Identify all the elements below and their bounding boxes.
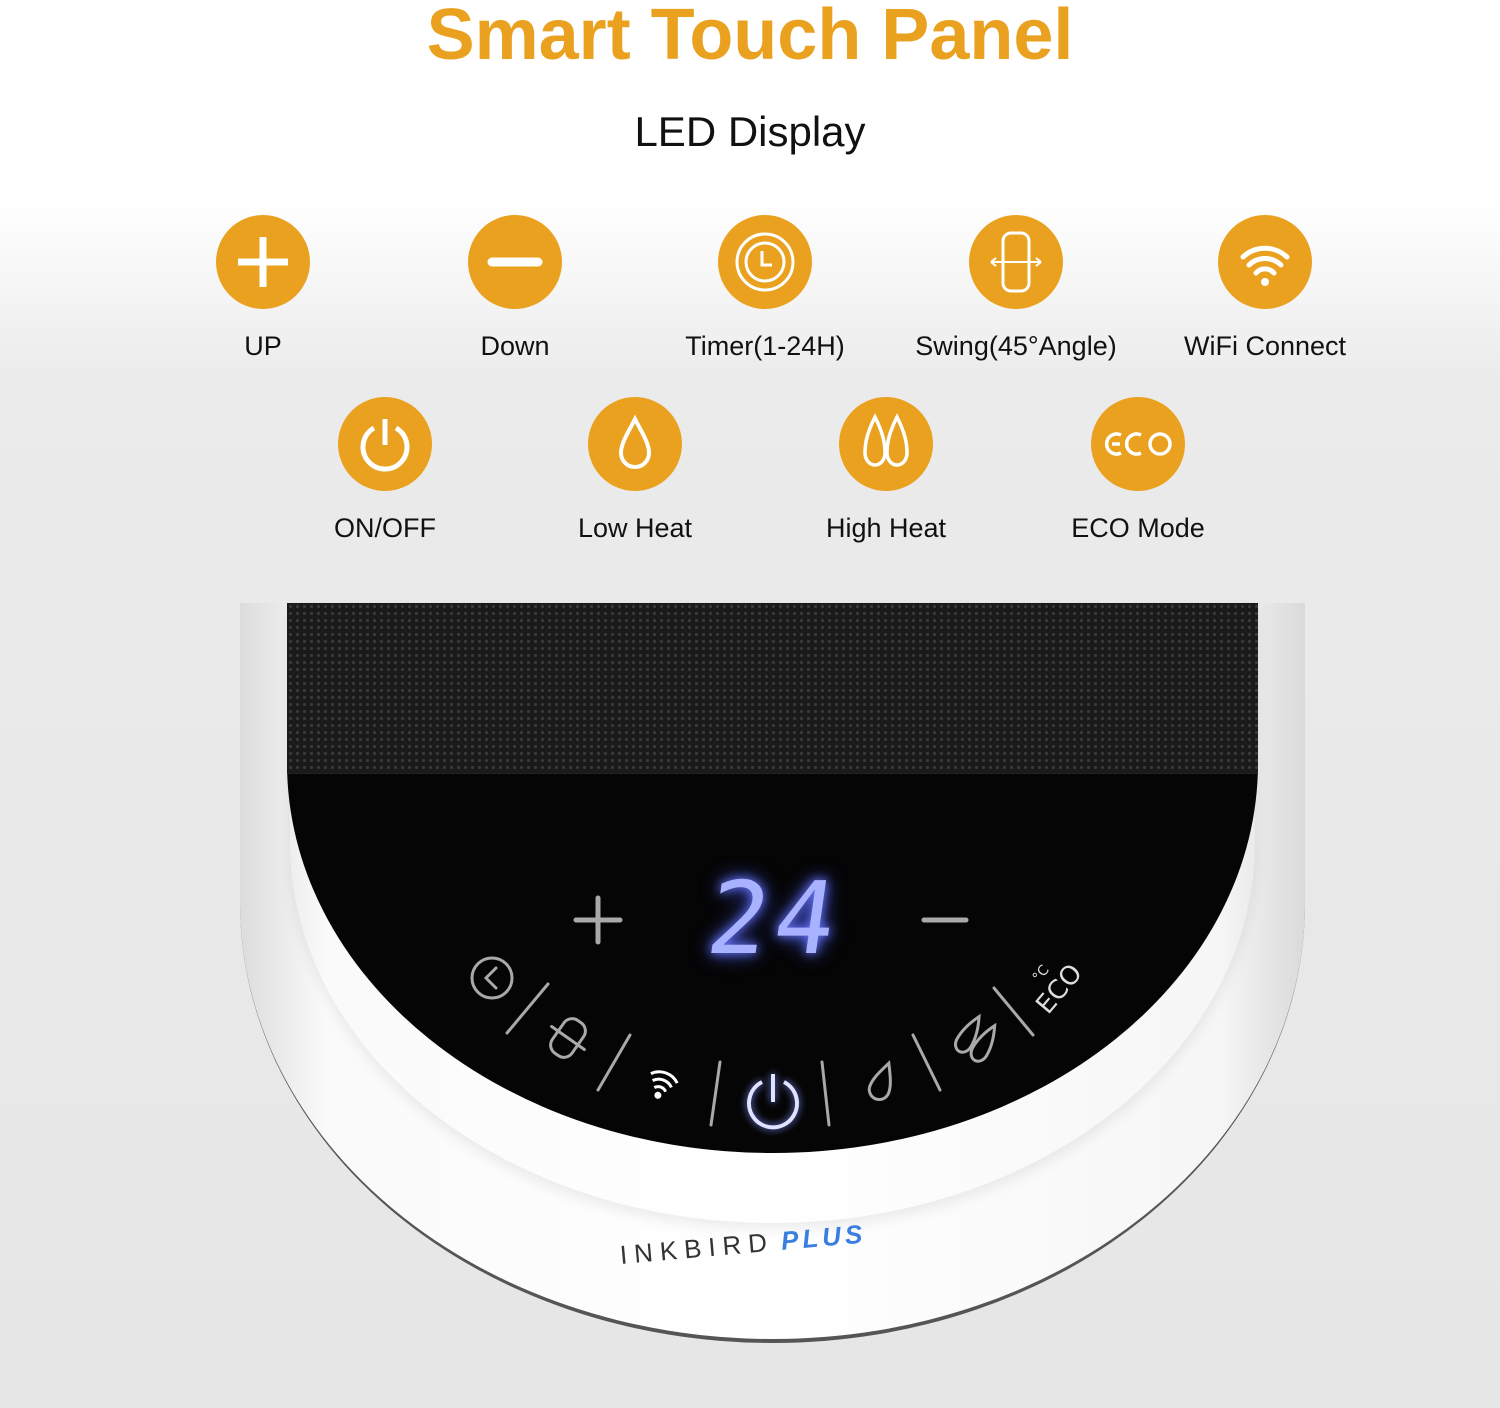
wifi-icon — [1240, 245, 1290, 286]
feature-swing: Swing(45°Angle) — [896, 215, 1136, 362]
heater-grille — [287, 603, 1258, 774]
feature-low-heat: Low Heat — [515, 397, 755, 544]
feature-label: Swing(45°Angle) — [915, 331, 1117, 361]
feature-label: Down — [480, 331, 550, 361]
power-icon — [360, 419, 410, 472]
feature-eco: ECO Mode — [1018, 397, 1258, 544]
brand-suffix: PLUS — [779, 1218, 868, 1256]
feature-label: Low Heat — [577, 513, 693, 543]
minus-icon — [487, 257, 543, 267]
eco-icon — [1104, 432, 1172, 456]
feature-label: UP — [244, 331, 282, 361]
feature-label: Timer(1-24H) — [685, 331, 845, 361]
single-flame-icon — [618, 414, 652, 469]
feature-high-heat: High Heat — [766, 397, 1006, 544]
feature-power: ON/OFF — [265, 397, 505, 544]
led-display: 24 — [700, 860, 850, 977]
feature-up: UP — [143, 215, 383, 362]
feature-label: WiFi Connect — [1183, 331, 1347, 361]
feature-label: ON/OFF — [334, 513, 436, 543]
feature-down: Down — [395, 215, 635, 362]
swing-icon — [990, 231, 1042, 293]
feature-wifi: WiFi Connect — [1145, 215, 1385, 362]
page-subtitle: LED Display — [634, 108, 866, 155]
feature-timer: Timer(1-24H) — [645, 215, 885, 362]
feature-label: High Heat — [825, 513, 947, 543]
plus-icon — [238, 237, 288, 287]
double-flame-icon — [863, 413, 909, 467]
timer-clock-icon — [735, 232, 795, 292]
page-title: Smart Touch Panel — [426, 0, 1074, 75]
feature-label: ECO Mode — [1071, 513, 1205, 543]
